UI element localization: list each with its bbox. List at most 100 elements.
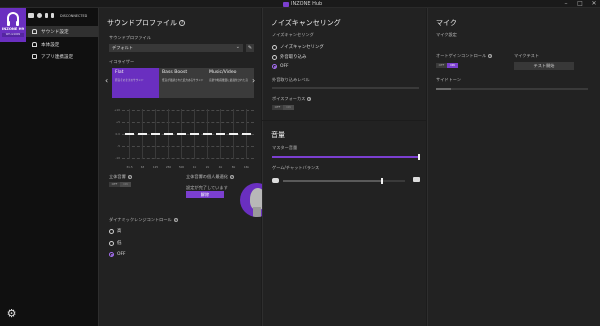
master-volume-label: マスター音量 — [272, 145, 298, 150]
chevron-right-icon[interactable]: › — [252, 76, 255, 85]
edit-profile-button[interactable]: ✎ — [246, 44, 254, 52]
help-icon[interactable]: ? — [179, 20, 185, 26]
toggle-on[interactable]: ON — [283, 105, 294, 110]
drc-label: ダイナミックレンジコントロール? — [109, 217, 178, 223]
eq-band-freq-label: 4k — [218, 165, 223, 169]
eq-band-2k[interactable]: 2k — [202, 109, 213, 169]
eq-band-knob[interactable] — [164, 133, 173, 135]
mic-title: マイク — [436, 19, 457, 27]
profile-dropdown[interactable]: デフォルト ⌄ — [109, 44, 243, 52]
drc-option-off[interactable]: OFF — [109, 252, 126, 257]
help-icon[interactable]: ? — [229, 175, 234, 179]
toggle-on[interactable]: ON — [447, 63, 458, 68]
toggle-off[interactable]: OFF — [272, 105, 283, 110]
radio-button[interactable] — [272, 64, 277, 69]
battery-icon — [28, 13, 34, 18]
game-chat-balance-slider[interactable] — [283, 178, 405, 184]
sidebar-item-app-integration[interactable]: アプリ連携設定 — [26, 51, 98, 62]
eq-band-16k[interactable]: 16k — [241, 109, 252, 169]
eq-y-label: -5 — [117, 144, 120, 148]
help-icon[interactable]: ? — [127, 175, 132, 179]
sidebar-item-label: サウンド設定 — [41, 29, 69, 35]
radio-label: OFF — [280, 64, 289, 69]
maximize-button[interactable]: □ — [574, 0, 586, 8]
eq-band-knob[interactable] — [190, 133, 199, 135]
toggle-off[interactable]: OFF — [109, 182, 120, 187]
spatial-audio-toggle[interactable]: OFF ON — [109, 182, 131, 187]
voice-focus-toggle[interactable]: OFF ON — [272, 105, 294, 110]
eq-band-8k[interactable]: 8k — [228, 109, 239, 169]
minimize-button[interactable]: – — [560, 0, 572, 8]
eq-preset-music-video[interactable]: Music/Video 音楽や動画鑑賞に最適化された音 — [206, 68, 254, 98]
equalizer-graph: +10 +5 0.0 -5 -10 31.5 63 125 250 500 1k 2k 4k 8… — [108, 105, 255, 169]
eq-band-250[interactable]: 250 — [163, 109, 174, 169]
radio-button[interactable] — [272, 54, 277, 60]
radio-button[interactable] — [109, 228, 114, 234]
slider-thumb[interactable] — [381, 178, 384, 184]
eq-preset-name: Bass Boost — [162, 70, 188, 75]
radio-button[interactable] — [272, 44, 277, 50]
eq-band-knob[interactable] — [177, 133, 186, 135]
eq-band-125[interactable]: 125 — [150, 109, 161, 169]
nc-option-noise-cancelling[interactable]: ノイズキャンセリング — [272, 44, 324, 50]
eq-band-freq-label: 250 — [165, 165, 172, 169]
eq-band-knob[interactable] — [138, 133, 147, 135]
app-icon — [283, 1, 289, 7]
radio-button[interactable] — [109, 240, 114, 246]
eq-y-label: -10 — [115, 156, 120, 160]
sidebar-item-sound-settings[interactable]: サウンド設定 — [26, 26, 98, 37]
eq-band-freq-label: 2k — [205, 165, 210, 169]
close-button[interactable]: ✕ — [588, 0, 600, 8]
agc-label: オートゲインコントロール? — [436, 53, 493, 59]
voice-focus-label: ボイスフォーカス? — [272, 96, 312, 102]
gear-icon[interactable]: ⚙ — [6, 308, 17, 319]
eq-preset-desc: 低音が強調された迫力あるサウンド — [162, 79, 204, 82]
help-icon[interactable]: ? — [307, 97, 312, 101]
device-status-row: DISCONNECTED — [28, 13, 87, 18]
spatial-audio-text: 立体音響 — [109, 174, 126, 179]
ambient-level-slider[interactable] — [272, 87, 419, 89]
agc-text: オートゲインコントロール — [436, 53, 487, 58]
eq-preset-bass-boost[interactable]: Bass Boost 低音が強調された迫力あるサウンド — [159, 68, 207, 98]
chevron-down-icon: ⌄ — [235, 44, 240, 50]
eq-band-knob[interactable] — [242, 133, 251, 135]
nc-option-ambient[interactable]: 外音取り込み — [272, 54, 306, 60]
eq-band-1k[interactable]: 1k — [189, 109, 200, 169]
eq-band-63[interactable]: 63 — [137, 109, 148, 169]
sidetone-slider[interactable] — [436, 88, 588, 90]
master-volume-slider[interactable] — [272, 154, 420, 160]
eq-band-500[interactable]: 500 — [176, 109, 187, 169]
slider-fill — [283, 180, 384, 182]
chevron-left-icon[interactable]: ‹ — [105, 76, 108, 85]
sidebar-item-device-settings[interactable]: 本体設定 — [26, 39, 98, 50]
agc-toggle[interactable]: OFF ON — [436, 63, 458, 68]
mic-test-button[interactable]: テスト開始 — [514, 62, 574, 70]
eq-band-knob[interactable] — [203, 133, 212, 135]
eq-band-4k[interactable]: 4k — [215, 109, 226, 169]
title-bar: INZONE Hub – □ ✕ — [0, 0, 600, 8]
eq-band-knob[interactable] — [125, 133, 134, 135]
nc-option-off[interactable]: OFF — [272, 64, 289, 69]
eq-band-knob[interactable] — [216, 133, 225, 135]
drc-option-low[interactable]: 低 — [109, 240, 121, 246]
spatial-optimization-cancel-button[interactable]: 解除 — [186, 191, 224, 198]
device-model: WH-G900N — [2, 33, 24, 37]
spatial-audio-label: 立体音響? — [109, 174, 132, 180]
slider-fill — [436, 88, 452, 90]
help-icon[interactable]: ? — [488, 54, 493, 58]
equalizer-label: イコライザー — [109, 59, 135, 64]
eq-band-31.5[interactable]: 31.5 — [124, 109, 135, 169]
sound-profile-title: サウンドプロファイル? — [107, 18, 185, 28]
eq-band-knob[interactable] — [151, 133, 160, 135]
toggle-off[interactable]: OFF — [436, 63, 447, 68]
eq-preset-flat[interactable]: Flat 原音そのままのサウンド — [112, 68, 160, 98]
device-card[interactable]: INZONE H9 WH-G900N — [0, 8, 26, 42]
slider-thumb[interactable] — [418, 154, 420, 160]
radio-label: ノイズキャンセリング — [280, 45, 324, 50]
help-icon[interactable]: ? — [173, 218, 178, 222]
toggle-on[interactable]: ON — [120, 182, 131, 187]
eq-band-knob[interactable] — [229, 133, 238, 135]
bluetooth-icon — [51, 13, 54, 18]
drc-option-high[interactable]: 高 — [109, 228, 121, 234]
radio-button[interactable] — [109, 252, 114, 257]
